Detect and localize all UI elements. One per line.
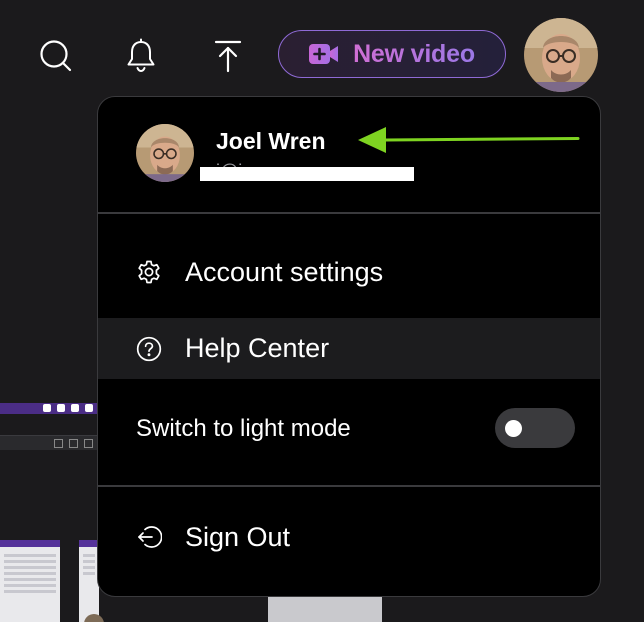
account-settings-item[interactable]: Account settings [98,243,600,301]
upload-icon[interactable] [206,34,250,78]
search-icon[interactable] [34,34,78,78]
account-settings-label: Account settings [185,256,384,287]
help-center-item[interactable]: Help Center [98,318,600,379]
light-mode-toggle[interactable] [495,408,575,448]
sign-out-icon [136,524,162,550]
background-toolbar-strip [0,403,97,414]
sign-out-label: Sign Out [185,521,291,552]
light-mode-item: Switch to light mode [98,398,600,460]
user-email-redacted: j@j [200,159,414,181]
light-mode-label: Switch to light mode [136,415,351,442]
user-avatar[interactable] [524,18,598,92]
annotation-arrow-icon [358,127,580,153]
app-stage: New video Joel Wren Account settings Hel… [0,0,644,622]
question-circle-icon [136,336,162,362]
gear-icon [136,259,162,285]
toggle-knob [505,420,522,437]
sign-out-item[interactable]: Sign Out [98,508,600,566]
bell-icon[interactable] [119,34,163,78]
background-browser-strip [0,435,97,450]
video-thumbnail[interactable] [0,540,60,622]
thumbnail-avatar [84,614,104,622]
help-center-label: Help Center [185,333,330,363]
menu-divider [98,485,600,487]
menu-user-avatar [136,124,194,182]
video-thumbnail[interactable] [79,540,99,622]
new-video-label: New video [353,39,475,68]
user-name: Joel Wren [216,128,326,154]
redaction-bar [200,167,414,181]
video-plus-icon [309,44,339,64]
menu-divider [98,212,600,214]
account-menu: Joel Wren j@j Account settings [97,96,601,597]
new-video-button[interactable]: New video [278,30,506,78]
